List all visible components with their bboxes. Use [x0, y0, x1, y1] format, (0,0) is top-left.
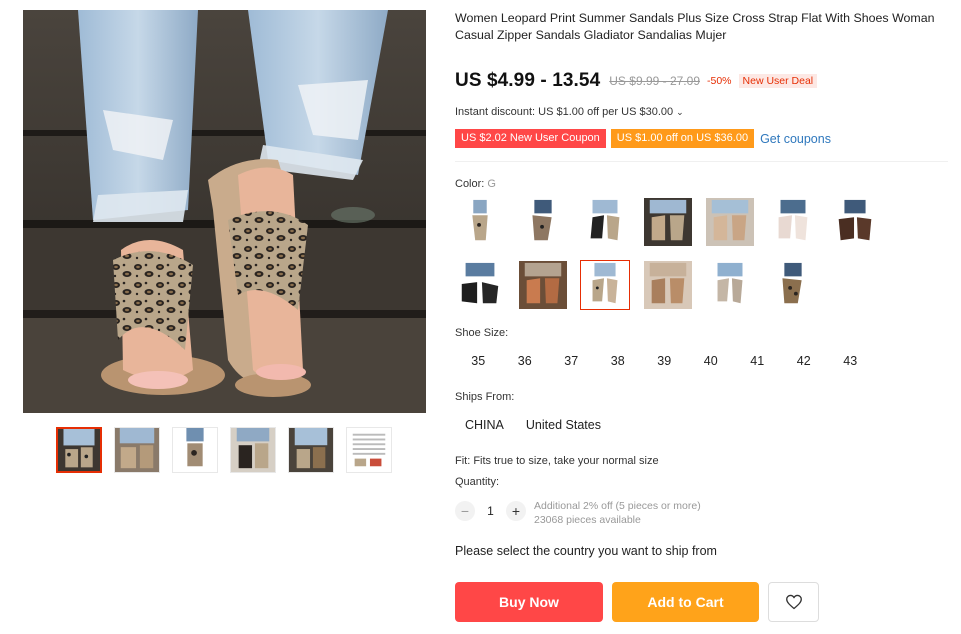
shoe-size-label: Shoe Size:: [455, 327, 509, 339]
color-swatch[interactable]: [705, 197, 755, 247]
swatch-image: [706, 198, 754, 246]
thumbnail-strip: [56, 427, 392, 473]
instant-discount-text: Instant discount: US $1.00 off per US $3…: [455, 106, 674, 118]
ships-from-label: Ships From:: [455, 391, 515, 403]
color-swatch[interactable]: [455, 197, 505, 247]
product-photo: [23, 10, 426, 413]
shoe-size-options: 35 36 37 38 39 40 41 42 43: [455, 350, 874, 372]
size-option[interactable]: 36: [502, 350, 549, 372]
size-option[interactable]: 43: [827, 350, 874, 372]
color-swatch[interactable]: [643, 197, 693, 247]
new-user-coupon[interactable]: US $2.02 New User Coupon: [455, 129, 606, 148]
color-swatch[interactable]: [518, 197, 568, 247]
plus-icon[interactable]: +: [506, 501, 526, 521]
size-option[interactable]: 37: [548, 350, 595, 372]
ships-from-united-states[interactable]: United States: [515, 414, 612, 436]
size-option[interactable]: 39: [641, 350, 688, 372]
thumbnail-6[interactable]: [346, 427, 392, 473]
get-coupons-link[interactable]: Get coupons: [760, 132, 831, 146]
new-user-deal-badge: New User Deal: [738, 74, 818, 88]
quantity-value[interactable]: 1: [475, 504, 506, 518]
instant-discount[interactable]: Instant discount: US $1.00 off per US $3…: [455, 106, 684, 118]
coupon-row: US $2.02 New User Coupon US $1.00 off on…: [455, 129, 831, 148]
swatch-image: [456, 198, 504, 246]
swatch-image: [456, 261, 504, 309]
buy-now-button[interactable]: Buy Now: [455, 582, 603, 622]
thumbnail-image: [173, 428, 217, 472]
store-coupon[interactable]: US $1.00 off on US $36.00: [610, 129, 755, 148]
color-swatch[interactable]: [705, 260, 755, 310]
color-label: Color: G: [455, 178, 496, 190]
quantity-label: Quantity:: [455, 476, 500, 488]
original-price: US $9.99 - 27.09: [609, 74, 700, 88]
wishlist-button[interactable]: [768, 582, 819, 622]
thumbnail-image: [115, 428, 159, 472]
swatch-image: [643, 261, 692, 309]
current-price: US $4.99 - 13.54: [455, 70, 601, 91]
country-prompt: Please select the country you want to sh…: [455, 544, 717, 558]
main-product-image[interactable]: [23, 10, 426, 413]
thumbnail-5[interactable]: [288, 427, 334, 473]
swatch-image: [643, 198, 692, 246]
swatch-image: [768, 261, 817, 309]
color-swatch[interactable]: [768, 260, 818, 310]
ships-from-china[interactable]: CHINA: [455, 414, 515, 436]
quantity-stepper: − 1 +: [455, 501, 526, 521]
swatch-image: [518, 261, 567, 309]
swatch-image: [581, 261, 629, 309]
color-swatch[interactable]: [768, 197, 818, 247]
fit-info: Fit: Fits true to size, take your normal…: [455, 455, 659, 467]
size-option[interactable]: 35: [455, 350, 502, 372]
ships-from-options: CHINA United States: [455, 414, 612, 436]
thumbnail-3[interactable]: [172, 427, 218, 473]
pieces-available: 23068 pieces available: [534, 514, 641, 526]
color-swatch[interactable]: [830, 197, 880, 247]
color-swatch[interactable]: [643, 260, 693, 310]
size-option[interactable]: 40: [688, 350, 735, 372]
divider: [455, 161, 948, 162]
size-option[interactable]: 38: [595, 350, 642, 372]
bulk-discount-note: Additional 2% off (5 pieces or more): [534, 500, 701, 512]
thumbnail-2[interactable]: [114, 427, 160, 473]
thumbnail-image: [231, 428, 275, 472]
product-title: Women Leopard Print Summer Sandals Plus …: [455, 11, 935, 42]
thumbnail-image: [289, 428, 333, 472]
thumbnail-image: [58, 429, 100, 471]
price-row: US $4.99 - 13.54 US $9.99 - 27.09 -50% N…: [455, 70, 818, 92]
color-selected-value: G: [487, 178, 496, 190]
swatch-image: [706, 261, 754, 309]
swatch-image: [831, 198, 879, 246]
minus-icon[interactable]: −: [455, 501, 475, 521]
chevron-down-icon: ⌄: [676, 107, 684, 117]
thumbnail-image: [347, 428, 391, 472]
thumbnail-1[interactable]: [56, 427, 102, 473]
color-swatches: [455, 197, 895, 323]
color-swatch[interactable]: [518, 260, 568, 310]
discount-percent: -50%: [707, 75, 732, 87]
swatch-image: [768, 198, 817, 246]
quantity-info: Additional 2% off (5 pieces or more) 230…: [534, 499, 701, 527]
heart-icon: [785, 594, 802, 610]
color-swatch-selected[interactable]: [580, 260, 630, 310]
size-option[interactable]: 41: [734, 350, 781, 372]
swatch-image: [518, 198, 567, 246]
thumbnail-4[interactable]: [230, 427, 276, 473]
swatch-image: [581, 198, 629, 246]
color-swatch[interactable]: [455, 260, 505, 310]
color-label-text: Color:: [455, 178, 485, 190]
color-swatch[interactable]: [580, 197, 630, 247]
size-option[interactable]: 42: [781, 350, 828, 372]
add-to-cart-button[interactable]: Add to Cart: [612, 582, 759, 622]
